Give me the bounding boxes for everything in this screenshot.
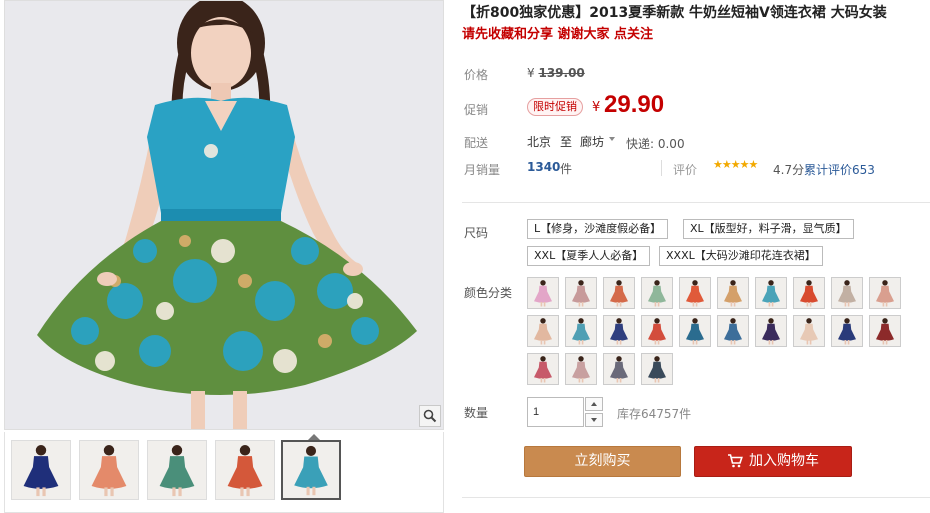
shipping-label: 配送 [464,136,489,150]
quantity-increase-button[interactable] [585,397,603,411]
promo-label: 促销 [464,103,489,117]
original-price: ¥ 139.00 [527,66,585,80]
size-option-xl[interactable]: XL【版型好，料子滑，显气质】 [683,219,854,239]
divider [661,160,662,176]
shipping-fee: 快递: 0.00 [626,137,685,151]
original-price-currency: ¥ [527,66,535,80]
rating-score: 4.7分 [773,163,805,177]
rating-label: 评价 [673,163,698,177]
main-product-image[interactable] [4,0,444,430]
monthly-sales-count: 1340 [527,160,561,174]
thumbnail-1[interactable] [11,440,71,500]
review-count-link[interactable]: 累计评价653 [804,161,875,178]
ship-from-city: 北京 [527,135,552,149]
color-swatch-20[interactable] [869,315,901,347]
thumbnail-4[interactable] [215,440,275,500]
color-label: 颜色分类 [464,286,513,300]
rating-stars-icon: ★★★★★ [713,158,758,171]
magnifier-icon [423,409,437,423]
quantity-input[interactable]: 1 [527,397,584,427]
product-gallery [4,0,444,513]
color-swatch-24[interactable] [641,353,673,385]
color-swatch-23[interactable] [603,353,635,385]
promo-price-currency: ¥ [592,100,601,115]
color-swatch-17[interactable] [755,315,787,347]
thumbnail-strip [4,432,444,513]
add-to-cart-label: 加入购物车 [749,453,819,469]
color-swatch-18[interactable] [793,315,825,347]
size-option-xxxl[interactable]: XXXL【大码沙滩印花连衣裙】 [659,246,823,266]
color-swatch-11[interactable] [527,315,559,347]
ship-destination-select[interactable]: 廊坊 [580,133,604,150]
zoom-button[interactable] [419,405,441,427]
color-swatch-6[interactable] [717,277,749,309]
thumbnail-5[interactable] [281,440,341,500]
color-swatch-22[interactable] [565,353,597,385]
color-swatch-12[interactable] [565,315,597,347]
quantity-decrease-button[interactable] [585,413,603,427]
original-price-value: 139.00 [538,66,585,80]
size-option-l[interactable]: L【修身，沙滩度假必备】 [527,219,669,239]
color-swatch-19[interactable] [831,315,863,347]
bottom-divider [462,497,930,498]
add-to-cart-button[interactable]: 加入购物车 [694,446,852,477]
chevron-down-icon[interactable] [609,137,615,141]
product-title: 【折800独家优惠】2013夏季新款 牛奶丝短袖V领连衣裙 大码女装 [462,5,887,21]
color-swatch-21[interactable] [527,353,559,385]
dress-model-photo [5,1,443,429]
color-swatch-13[interactable] [603,315,635,347]
promo-price: 29.90 [604,91,665,118]
quantity-label: 数量 [464,406,489,420]
size-option-xxl[interactable]: XXL【夏季人人必备】 [527,246,651,266]
section-divider [462,202,930,203]
buy-now-button[interactable]: 立刻购买 [524,446,681,477]
price-label: 价格 [464,68,489,82]
monthly-sales-label: 月销量 [464,163,501,177]
size-label: 尺码 [464,226,489,240]
color-swatch-10[interactable] [869,277,901,309]
color-swatch-2[interactable] [565,277,597,309]
color-swatch-9[interactable] [831,277,863,309]
color-swatch-1[interactable] [527,277,559,309]
color-swatch-3[interactable] [603,277,635,309]
promo-badge: 限时促销 [527,98,583,116]
color-swatch-7[interactable] [755,277,787,309]
thumbnail-2[interactable] [79,440,139,500]
product-detail-panel: 【折800独家优惠】2013夏季新款 牛奶丝短袖V领连衣裙 大码女装 请先收藏和… [462,0,930,513]
color-swatch-14[interactable] [641,315,673,347]
color-swatch-4[interactable] [641,277,673,309]
color-swatch-15[interactable] [679,315,711,347]
color-swatch-8[interactable] [793,277,825,309]
cart-icon [728,454,743,468]
product-subtitle: 请先收藏和分享 谢谢大家 点关注 [462,27,654,42]
ship-to-word: 至 [560,135,573,149]
monthly-sales-unit: 件 [560,162,573,176]
thumbnail-3[interactable] [147,440,207,500]
stock-count: 库存64757件 [617,407,692,421]
color-swatch-16[interactable] [717,315,749,347]
color-swatch-5[interactable] [679,277,711,309]
